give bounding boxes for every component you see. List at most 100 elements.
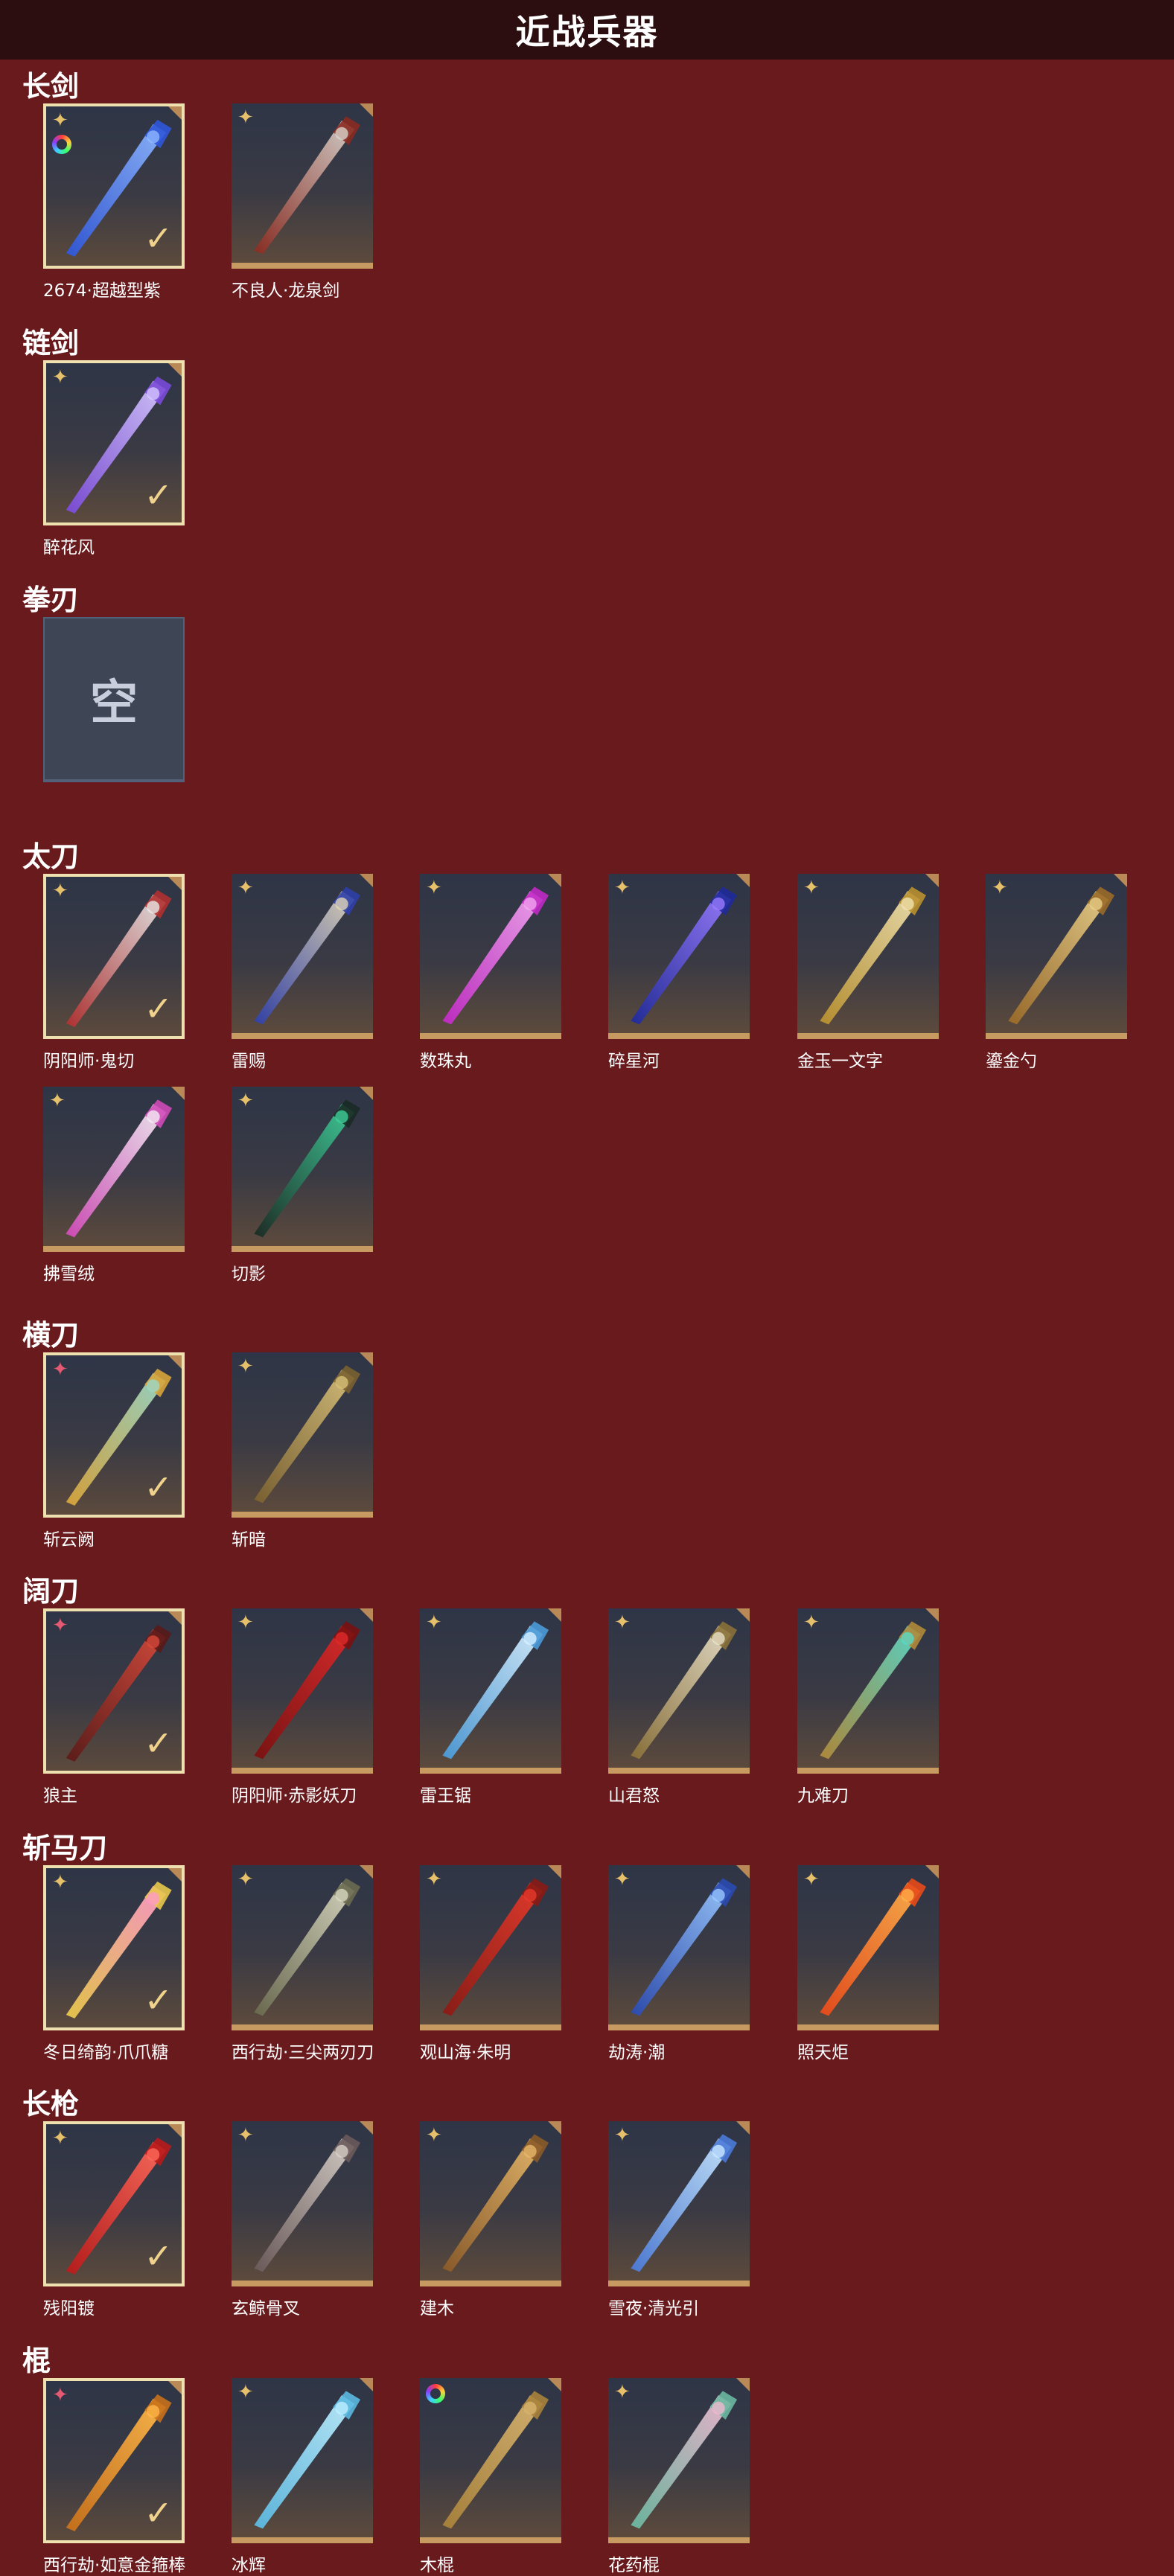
weapon-name: 花药棍: [608, 2556, 660, 2575]
rarity-star-icon: ✦: [237, 2381, 254, 2403]
weapon-image: [442, 2391, 549, 2529]
weapon-name: 劫涛·潮: [608, 2043, 666, 2062]
corner-marker-icon: [168, 877, 182, 890]
weapon-name: 九难刀: [797, 1786, 849, 1806]
weapon-name: 建木: [420, 2299, 454, 2318]
equipped-check-icon: ✓: [144, 1467, 173, 1507]
corner-marker-icon: [925, 1865, 939, 1879]
weapon-card[interactable]: [420, 2378, 561, 2543]
weapon-card[interactable]: ✦: [232, 2121, 373, 2286]
corner-marker-icon: [168, 363, 182, 377]
weapon-name: 斩暗: [232, 1530, 266, 1550]
corner-marker-icon: [1114, 874, 1127, 887]
rarity-star-icon: ✦: [803, 1868, 820, 1891]
weapon-name: 雪夜·清光引: [608, 2299, 700, 2318]
weapon-card[interactable]: ✦ ✓: [43, 1865, 185, 2030]
weapon-card[interactable]: ✦: [986, 874, 1127, 1039]
weapon-card[interactable]: ✦: [232, 1087, 373, 1252]
weapon-name: 拂雪绒: [43, 1265, 95, 1284]
corner-marker-icon: [168, 1611, 182, 1625]
weapon-card[interactable]: ✦: [420, 2121, 561, 2286]
rarity-star-icon: ✦: [426, 1611, 442, 1634]
rainbow-ring-icon: [426, 2384, 445, 2403]
weapon-card[interactable]: ✦: [420, 1608, 561, 1774]
rarity-star-icon: ✦: [52, 880, 68, 902]
rarity-star-icon: ✦: [614, 1611, 631, 1634]
weapon-card[interactable]: ✦ ✓: [43, 103, 185, 269]
corner-marker-icon: [548, 1865, 561, 1879]
corner-marker-icon: [925, 874, 939, 887]
weapon-card[interactable]: ✦: [232, 874, 373, 1039]
equipped-check-icon: ✓: [144, 2493, 173, 2533]
rarity-star-icon: ✦: [52, 1614, 68, 1637]
equipped-check-icon: ✓: [144, 1980, 173, 2020]
weapon-name: 玄鲸骨叉: [232, 2299, 300, 2318]
weapon-card[interactable]: ✦: [608, 874, 750, 1039]
weapon-name: 冬日绮韵·爪爪糖: [43, 2043, 169, 2062]
rarity-star-icon: ✦: [237, 877, 254, 899]
equipped-check-icon: ✓: [144, 218, 173, 258]
weapon-name: 西行劫·三尖两刃刀: [232, 2043, 374, 2062]
section-title: 链剑: [22, 327, 80, 359]
weapon-card[interactable]: ✦: [232, 103, 373, 269]
weapon-card[interactable]: ✦: [797, 874, 939, 1039]
corner-marker-icon: [360, 103, 373, 117]
weapon-name: 山君怒: [608, 1786, 660, 1806]
weapon-card[interactable]: ✦ ✓: [43, 2378, 185, 2543]
corner-marker-icon: [925, 1608, 939, 1622]
weapon-card[interactable]: ✦ ✓: [43, 1352, 185, 1518]
weapon-name: 残阳镀: [43, 2299, 95, 2318]
weapon-card[interactable]: ✦: [420, 1865, 561, 2030]
weapon-card[interactable]: ✦: [43, 1087, 185, 1252]
rarity-star-icon: ✦: [614, 877, 631, 899]
weapon-name: 木棍: [420, 2556, 454, 2575]
corner-marker-icon: [736, 2121, 750, 2135]
rarity-star-icon: ✦: [52, 109, 68, 132]
weapon-name: 碎星河: [608, 1052, 660, 1071]
corner-marker-icon: [168, 1868, 182, 1882]
rarity-star-icon: ✦: [52, 2384, 68, 2406]
rarity-star-icon: ✦: [52, 366, 68, 389]
rarity-star-icon: ✦: [614, 2124, 631, 2147]
weapon-card[interactable]: ✦ ✓: [43, 1608, 185, 1774]
section-title: 阔刀: [22, 1575, 80, 1608]
weapon-card[interactable]: ✦: [232, 2378, 373, 2543]
weapon-card[interactable]: ✦: [232, 1865, 373, 2030]
weapon-name: 鎏金勺: [986, 1052, 1037, 1071]
rarity-star-icon: ✦: [237, 1090, 254, 1112]
weapon-name: 西行劫·如意金箍棒: [43, 2556, 186, 2575]
corner-marker-icon: [360, 1865, 373, 1879]
weapon-name: 阴阳师·赤影妖刀: [232, 1786, 357, 1806]
weapon-card[interactable]: ✦: [608, 2121, 750, 2286]
corner-marker-icon: [548, 874, 561, 887]
weapon-name: 照天炬: [797, 2043, 849, 2062]
weapon-card[interactable]: ✦: [797, 1865, 939, 2030]
weapon-card[interactable]: ✦ ✓: [43, 874, 185, 1039]
empty-weapon-slot[interactable]: 空: [43, 617, 185, 782]
weapon-card[interactable]: ✦ ✓: [43, 2121, 185, 2286]
weapon-name: 金玉一文字: [797, 1052, 883, 1071]
corner-marker-icon: [360, 1608, 373, 1622]
equipped-check-icon: ✓: [144, 2236, 173, 2276]
rarity-star-icon: ✦: [237, 1611, 254, 1634]
corner-marker-icon: [736, 1608, 750, 1622]
weapon-card[interactable]: ✦ ✓: [43, 360, 185, 525]
weapon-card[interactable]: ✦: [420, 874, 561, 1039]
empty-slot-label: 空: [90, 676, 138, 731]
corner-marker-icon: [360, 2378, 373, 2391]
corner-marker-icon: [736, 874, 750, 887]
weapon-card[interactable]: ✦: [608, 2378, 750, 2543]
rarity-star-icon: ✦: [803, 1611, 820, 1634]
weapon-card[interactable]: ✦: [608, 1865, 750, 2030]
corner-marker-icon: [168, 1355, 182, 1369]
weapon-name: 冰辉: [232, 2556, 266, 2575]
weapon-card[interactable]: ✦: [232, 1608, 373, 1774]
corner-marker-icon: [548, 2121, 561, 2135]
rarity-star-icon: ✦: [52, 1871, 68, 1893]
weapon-card[interactable]: ✦: [608, 1608, 750, 1774]
section-title: 拳刃: [22, 584, 80, 616]
rarity-star-icon: ✦: [614, 2381, 631, 2403]
weapon-name: 雷王锯: [420, 1786, 471, 1806]
weapon-card[interactable]: ✦: [232, 1352, 373, 1518]
weapon-card[interactable]: ✦: [797, 1608, 939, 1774]
